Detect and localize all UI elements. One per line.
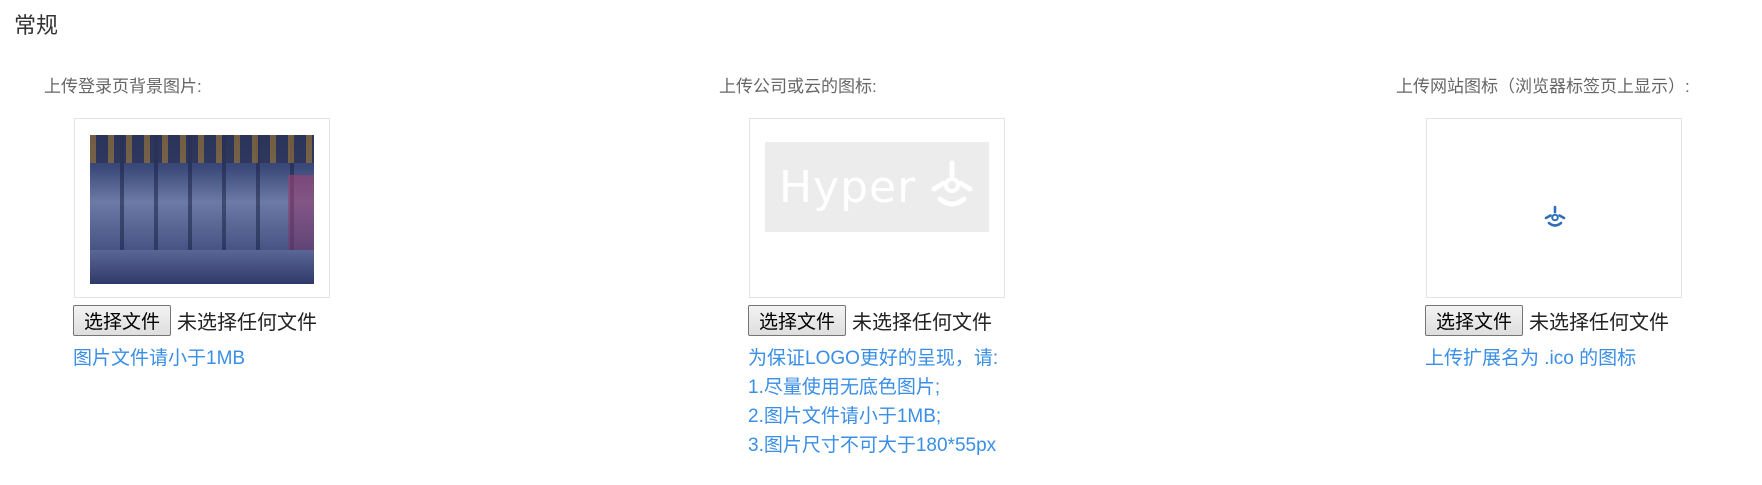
section-title: 常规 xyxy=(14,13,59,38)
company-logo-preview: Hyper xyxy=(749,118,1005,298)
favicon-preview xyxy=(1426,118,1682,298)
favicon-icon xyxy=(1543,205,1567,234)
file-status: 未选择任何文件 xyxy=(852,312,993,334)
company-logo-file-input: 选择文件 未选择任何文件 xyxy=(748,305,992,336)
company-logo-label: 上传公司或云的图标: xyxy=(719,77,877,96)
hint-line: 3.图片尺寸不可大于180*55px xyxy=(748,435,997,456)
login-background-preview xyxy=(74,118,330,298)
hint-line: 为保证LOGO更好的呈现，请: xyxy=(748,348,999,369)
login-background-image xyxy=(90,135,314,284)
file-status: 未选择任何文件 xyxy=(1529,312,1670,334)
upload-hint: 图片文件请小于1MB xyxy=(73,344,245,373)
hint-line: 上传扩展名为 .ico 的图标 xyxy=(1425,348,1637,369)
logo-text: Hyper xyxy=(779,161,917,213)
login-background-file-input: 选择文件 未选择任何文件 xyxy=(73,305,317,336)
upload-hint: 上传扩展名为 .ico 的图标 xyxy=(1425,344,1636,373)
choose-file-button[interactable]: 选择文件 xyxy=(748,305,847,336)
choose-file-button[interactable]: 选择文件 xyxy=(73,305,172,336)
hint-line: 2.图片文件请小于1MB; xyxy=(748,406,942,427)
company-logo-image: Hyper xyxy=(765,142,989,232)
file-status: 未选择任何文件 xyxy=(177,312,318,334)
login-background-label: 上传登录页背景图片: xyxy=(44,77,202,96)
upload-hint: 为保证LOGO更好的呈现，请: 1.尽量使用无底色图片; 2.图片文件请小于1M… xyxy=(748,344,998,460)
choose-file-button[interactable]: 选择文件 xyxy=(1425,305,1524,336)
logo-mark-icon xyxy=(926,159,978,216)
hint-line: 1.尽量使用无底色图片; xyxy=(748,377,941,398)
favicon-file-input: 选择文件 未选择任何文件 xyxy=(1425,305,1669,336)
hint-line: 图片文件请小于1MB xyxy=(73,348,246,369)
favicon-label: 上传网站图标（浏览器标签页上显示）: xyxy=(1396,77,1690,96)
